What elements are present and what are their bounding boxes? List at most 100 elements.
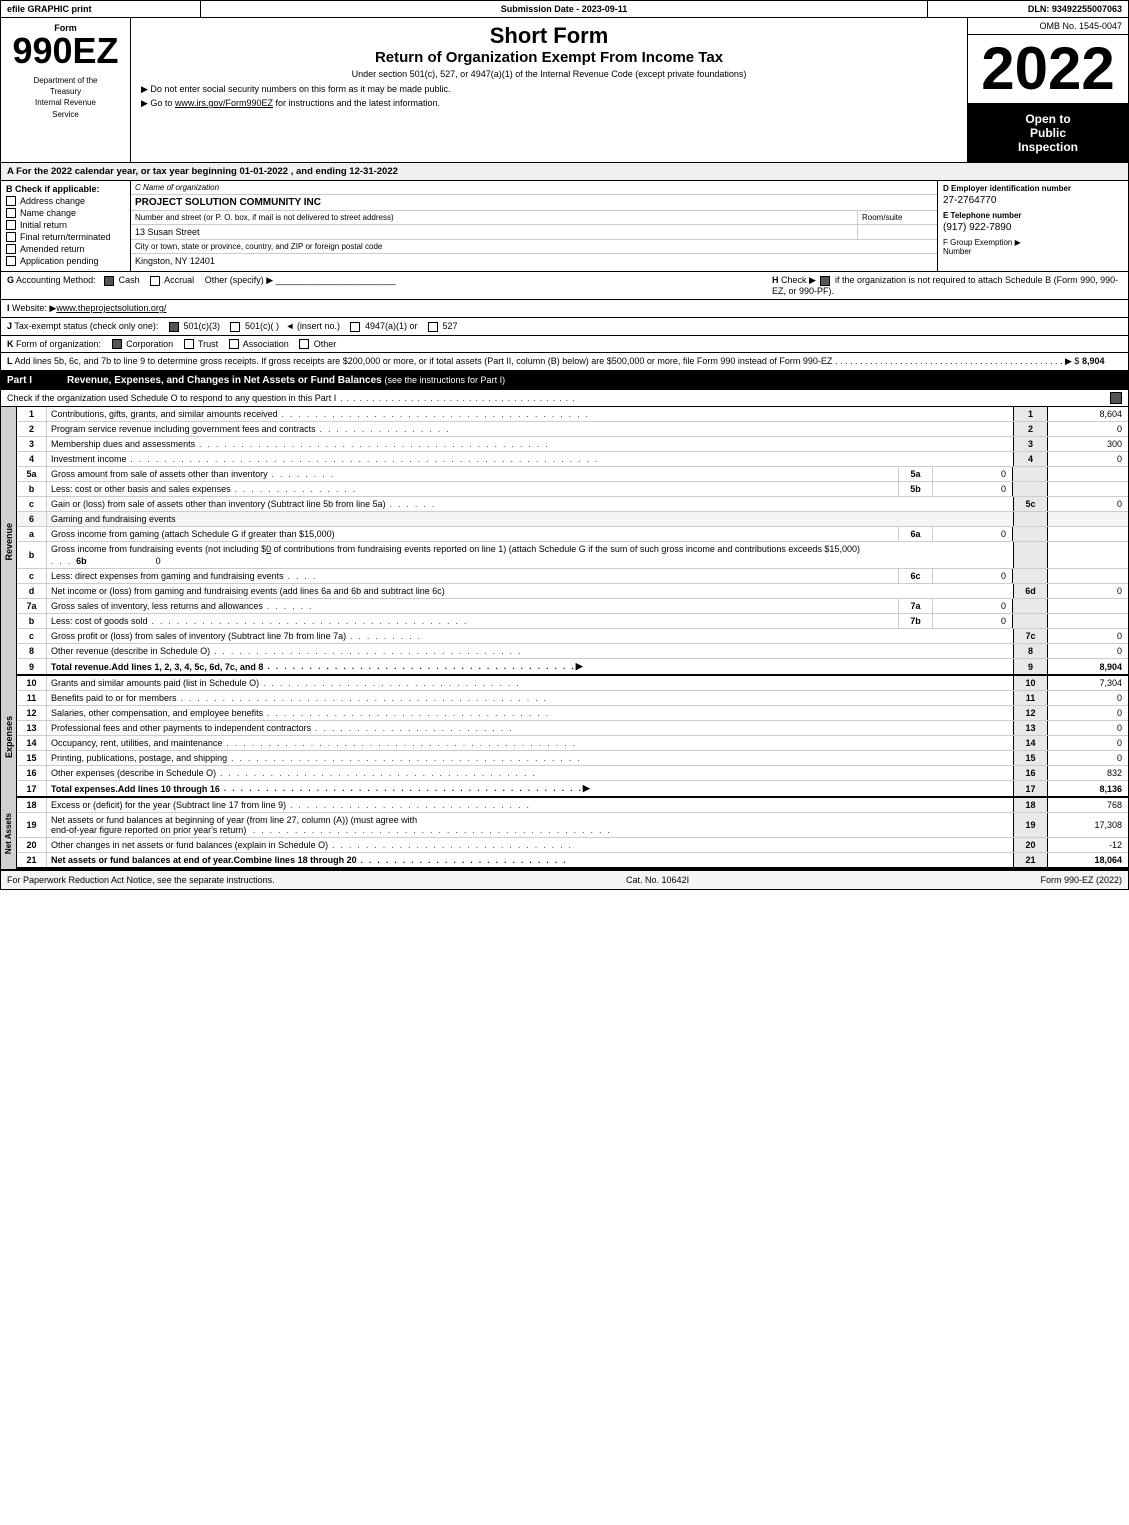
row21-linenum: 21: [1013, 853, 1048, 867]
row11-num: 11: [17, 691, 47, 705]
street-label: Number and street (or P. O. box, if mail…: [131, 211, 857, 224]
row5a-empty: [1013, 467, 1048, 481]
row7c-desc: Gross profit or (loss) from sales of inv…: [47, 629, 1013, 643]
section-j-label: J: [7, 321, 12, 331]
row7b-sublinenum: 7b: [898, 614, 933, 628]
expenses-side-label: Expenses: [4, 716, 14, 758]
row2-value: 0: [1048, 422, 1128, 436]
section-h: H Check ▶ if the organization is not req…: [772, 275, 1122, 296]
other-label: Other (specify) ▶: [205, 275, 273, 285]
row12-value: 0: [1048, 706, 1128, 720]
row6-desc: Gaming and fundraising events: [47, 512, 1013, 526]
row10-num: 10: [17, 676, 47, 690]
row5b-sublinenum: 5b: [898, 482, 933, 496]
part1-check-text: Check if the organization used Schedule …: [7, 393, 336, 403]
row5c-num: c: [17, 497, 47, 511]
row8-num: 8: [17, 644, 47, 658]
row1-linenum: 1: [1013, 407, 1048, 421]
row5c-desc: Gain or (loss) from sale of assets other…: [47, 497, 1013, 511]
check-final-return: Final return/terminated: [6, 232, 125, 242]
net-assets-side-label: Net Assets: [4, 813, 13, 854]
row16-value: 832: [1048, 766, 1128, 780]
check-applicable-label: B Check if applicable:: [6, 184, 125, 194]
short-form-title: Short Form: [141, 23, 957, 49]
row2-desc: Program service revenue including govern…: [47, 422, 1013, 436]
row13-num: 13: [17, 721, 47, 735]
row3-value: 300: [1048, 437, 1128, 451]
open-public-line3: Inspection: [1018, 140, 1078, 154]
final-return-label: Final return/terminated: [20, 232, 111, 242]
row13-linenum: 13: [1013, 721, 1048, 735]
row12-linenum: 12: [1013, 706, 1048, 720]
row6c-sublinenum: 6c: [898, 569, 933, 583]
row5c-linenum: 5c: [1013, 497, 1048, 511]
part1-header: Part I Revenue, Expenses, and Changes in…: [1, 372, 1128, 390]
row5b-valcell: [1048, 482, 1128, 496]
row7a-valcell: [1048, 599, 1128, 613]
section-j-text: Tax-exempt status (check only one):: [14, 321, 158, 331]
e-label: E Telephone number: [943, 211, 1123, 220]
row6-num: 6: [17, 512, 47, 526]
row6a-desc: Gross income from gaming (attach Schedul…: [47, 527, 898, 541]
omb-number: OMB No. 1545-0047: [968, 18, 1128, 35]
row5a-sublinenum: 5a: [898, 467, 933, 481]
row3-num: 3: [17, 437, 47, 451]
j-insert: ◄ (insert no.): [286, 321, 340, 331]
application-pending-label: Application pending: [20, 256, 99, 266]
subtitle-text: Under section 501(c), 527, or 4947(a)(1)…: [141, 69, 957, 79]
row6a-subval: 0: [933, 527, 1013, 541]
row9-num: 9: [17, 659, 47, 674]
row6b-valcell: [1048, 542, 1128, 568]
row4-num: 4: [17, 452, 47, 466]
row12-num: 12: [17, 706, 47, 720]
row21-desc: Net assets or fund balances at end of ye…: [47, 853, 1013, 867]
row6-valcell: [1048, 512, 1128, 526]
row11-linenum: 11: [1013, 691, 1048, 705]
k-assoc: Association: [243, 339, 289, 349]
c-label: C Name of organization: [131, 181, 223, 194]
row17-linenum: 17: [1013, 781, 1048, 796]
row5b-empty: [1013, 482, 1048, 496]
row14-num: 14: [17, 736, 47, 750]
row8-linenum: 8: [1013, 644, 1048, 658]
section-g-left: G Accounting Method: Cash Accrual Other …: [7, 275, 772, 296]
row18-value: 768: [1048, 798, 1128, 812]
row19-desc: Net assets or fund balances at beginning…: [47, 813, 1013, 837]
website-link[interactable]: www.theprojectsolution.org/: [56, 303, 166, 313]
row6c-subval: 0: [933, 569, 1013, 583]
part1-checkbox: [1110, 392, 1122, 404]
row4-desc: Investment income . . . . . . . . . . . …: [47, 452, 1013, 466]
amended-return-label: Amended return: [20, 244, 85, 254]
check-name-change: Name change: [6, 208, 125, 218]
row6c-empty: [1013, 569, 1048, 583]
row2-linenum: 2: [1013, 422, 1048, 436]
street-value: 13 Susan Street: [131, 225, 857, 239]
row6b-num: b: [17, 542, 47, 568]
row18-desc: Excess or (deficit) for the year (Subtra…: [47, 798, 1013, 812]
bullet2: ▶ Go to www.irs.gov/Form990EZ for instru…: [141, 98, 957, 109]
section-k-text: Form of organization:: [16, 339, 101, 349]
row16-desc: Other expenses (describe in Schedule O) …: [47, 766, 1013, 780]
k-other: Other: [314, 339, 337, 349]
row7a-subval: 0: [933, 599, 1013, 613]
row2-num: 2: [17, 422, 47, 436]
efile-label: efile GRAPHIC print: [1, 1, 201, 17]
row19-num: 19: [17, 813, 47, 837]
part1-dots: . . . . . . . . . . . . . . . . . . . . …: [340, 394, 1106, 403]
row6a-valcell: [1048, 527, 1128, 541]
irs-link[interactable]: www.irs.gov/Form990EZ: [175, 98, 273, 108]
row5a-valcell: [1048, 467, 1128, 481]
row6-empty: [1013, 512, 1048, 526]
footer-paperwork: For Paperwork Reduction Act Notice, see …: [7, 875, 275, 885]
row7a-sublinenum: 7a: [898, 599, 933, 613]
bullet1: ▶ Do not enter social security numbers o…: [141, 84, 957, 95]
row7a-desc: Gross sales of inventory, less returns a…: [47, 599, 898, 613]
row9-value: 8,904: [1048, 659, 1128, 674]
row15-value: 0: [1048, 751, 1128, 765]
open-public-line1: Open to: [1025, 112, 1070, 126]
row10-linenum: 10: [1013, 676, 1048, 690]
section-a-label: A: [7, 166, 16, 177]
section-i-text: Website: ▶: [12, 303, 56, 313]
row16-num: 16: [17, 766, 47, 780]
name-change-label: Name change: [20, 208, 76, 218]
